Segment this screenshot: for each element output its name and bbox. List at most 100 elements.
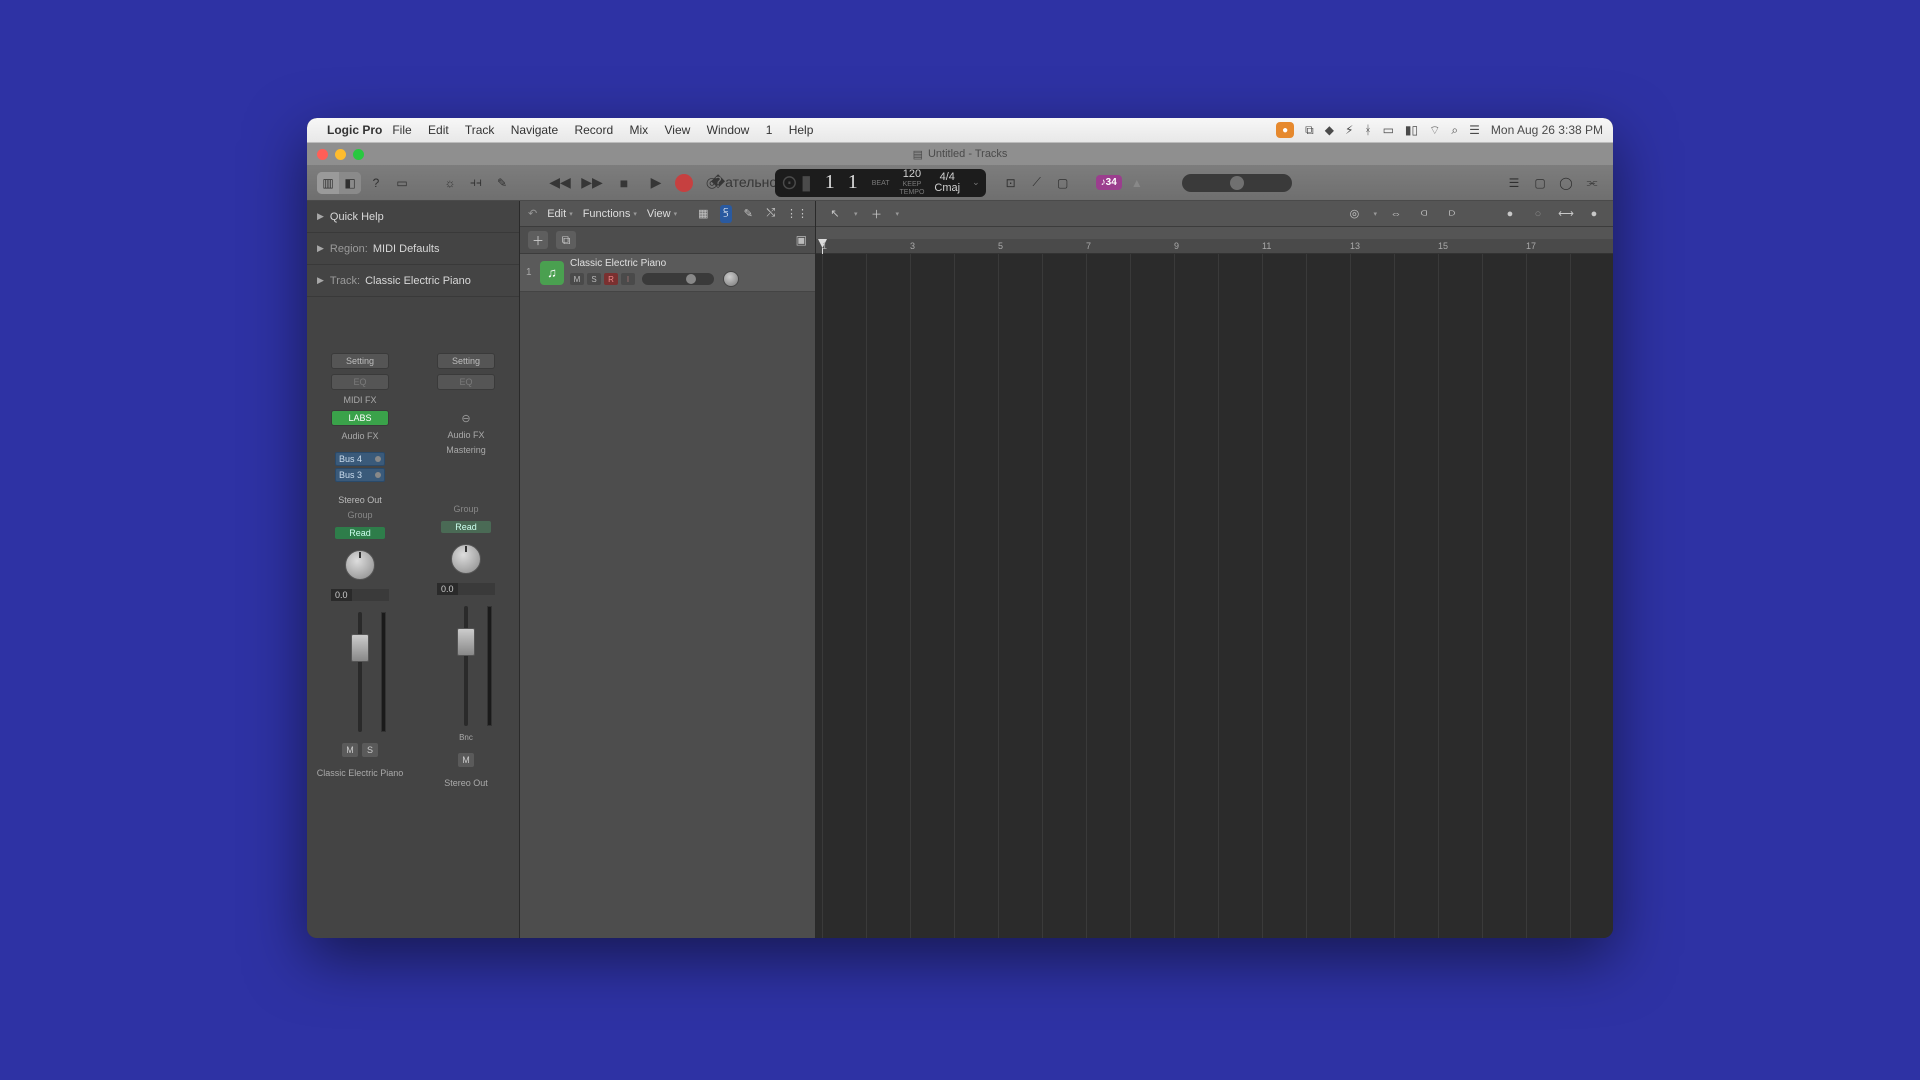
track-volume-slider[interactable]	[642, 273, 714, 285]
track-row[interactable]: 1 ♫ Classic Electric Piano M S R I	[520, 254, 815, 292]
automation-read-button[interactable]: Read	[335, 527, 385, 539]
mic-status-icon[interactable]: ●	[1276, 122, 1294, 138]
volume-db[interactable]: 0.0	[331, 589, 352, 601]
spotlight-icon[interactable]: ⌕	[1451, 123, 1458, 138]
wifi-icon[interactable]: ⌔	[1429, 123, 1440, 138]
tracks-view-menu[interactable]: View▾	[647, 208, 677, 220]
send-bus-3[interactable]: Bus 3	[335, 468, 385, 482]
menu-track[interactable]: Track	[465, 123, 495, 137]
battery-icon[interactable]: ▮▯	[1405, 123, 1418, 137]
add-track-button[interactable]: ＋	[528, 231, 548, 249]
snap-menu-icon[interactable]: ◎	[1345, 206, 1363, 222]
instrument-slot[interactable]: LABS	[331, 410, 389, 426]
menu-edit[interactable]: Edit	[428, 123, 449, 137]
track-solo-button[interactable]: S	[587, 273, 601, 285]
status-icon[interactable]: ▭	[1383, 123, 1394, 137]
zoom-h-out-icon[interactable]: ●	[1585, 206, 1603, 222]
quick-help-header[interactable]: ▶ Quick Help	[307, 201, 519, 233]
track-inspector-header[interactable]: ▶ Track: Classic Electric Piano	[307, 265, 519, 297]
play-button[interactable]: ▶	[643, 172, 669, 194]
lcd-tempo[interactable]: 120	[903, 169, 921, 180]
record-button[interactable]	[675, 174, 693, 192]
minimize-window-button[interactable]	[335, 149, 346, 160]
bluetooth-icon[interactable]: ᚼ	[1364, 123, 1371, 137]
volume-db[interactable]: 0.0	[437, 583, 458, 595]
count-in-badge[interactable]: ♪34	[1096, 175, 1122, 190]
replace-button[interactable]: ⊡	[1000, 172, 1022, 194]
autopunch-button[interactable]: ⟋	[1026, 172, 1048, 194]
menu-1[interactable]: 1	[766, 123, 773, 137]
menu-view[interactable]: View	[665, 123, 691, 137]
setting-slot[interactable]: Setting	[437, 353, 495, 369]
grid-view-icon[interactable]: ▦	[697, 205, 709, 223]
tracks-functions-menu[interactable]: Functions▾	[583, 208, 637, 220]
solo-button[interactable]: ▢	[1052, 172, 1074, 194]
mute-button[interactable]: M	[342, 743, 358, 757]
timeline-ruler[interactable]: 1357911131517	[816, 227, 1613, 254]
control-center-icon[interactable]: ☰	[1469, 123, 1480, 137]
drag-mode-icon[interactable]: ⇔	[1387, 206, 1405, 222]
volume-fader[interactable]	[342, 612, 378, 732]
zoom-v-out-icon[interactable]: ●	[1501, 206, 1519, 222]
notepad-button[interactable]: ▢	[1529, 172, 1551, 194]
send-bus-4[interactable]: Bus 4	[335, 452, 385, 466]
pointer-tool-icon[interactable]: ↖	[826, 206, 844, 222]
status-icon[interactable]: ⧉	[1305, 123, 1314, 138]
zoom-v-in-icon[interactable]: ○	[1529, 206, 1547, 222]
pan-knob[interactable]	[451, 544, 481, 574]
lcd-position[interactable]: 1 1	[825, 171, 862, 194]
track-record-button[interactable]: R	[604, 273, 618, 285]
menu-help[interactable]: Help	[789, 123, 814, 137]
eq-slot[interactable]: EQ	[437, 374, 495, 390]
global-tracks-button[interactable]: ▣	[796, 233, 807, 247]
automation-read-button[interactable]: Read	[441, 521, 491, 533]
menu-window[interactable]: Window	[707, 123, 750, 137]
smart-controls-button[interactable]: ☼	[439, 172, 461, 194]
arrange-grid[interactable]	[816, 254, 1613, 938]
solo-button[interactable]: S	[362, 743, 378, 757]
app-menu[interactable]: Logic Pro	[327, 123, 382, 137]
catch-icon[interactable]: ⋮⋮	[787, 205, 807, 223]
track-name[interactable]: Classic Electric Piano	[570, 258, 809, 269]
inspector-button[interactable]: ◧	[339, 172, 361, 194]
bounce-label[interactable]: Bnc	[459, 733, 473, 742]
lcd-timesig[interactable]: 4/4	[940, 172, 955, 183]
forward-button[interactable]: ▶▶	[579, 172, 605, 194]
cycle-button[interactable]: �ательно	[731, 172, 757, 194]
track-pan-knob[interactable]	[723, 271, 739, 287]
mute-button[interactable]: M	[458, 753, 474, 767]
menu-record[interactable]: Record	[574, 123, 613, 137]
menu-mix[interactable]: Mix	[630, 123, 649, 137]
eq-slot[interactable]: EQ	[331, 374, 389, 390]
clock[interactable]: Mon Aug 26 3:38 PM	[1491, 123, 1603, 137]
lcd-menu-icon[interactable]: ⌄	[972, 177, 980, 188]
mixer-button[interactable]: ⫞⫞	[465, 172, 487, 194]
browser-button[interactable]: ⫘	[1581, 172, 1603, 194]
back-icon[interactable]: ↶	[528, 207, 537, 220]
stop-button[interactable]: ■	[611, 172, 637, 194]
library-button[interactable]: ▥	[317, 172, 339, 194]
quick-help-button[interactable]: ?	[365, 172, 387, 194]
lcd-key[interactable]: Cmaj	[934, 183, 960, 194]
list-editors-button[interactable]: ☰	[1503, 172, 1525, 194]
master-volume-slider[interactable]	[1182, 174, 1292, 192]
tracks-edit-menu[interactable]: Edit▾	[547, 208, 572, 220]
track-instrument-icon[interactable]: ♫	[540, 261, 564, 285]
instrument-slot[interactable]: ⊖	[461, 412, 470, 425]
metronome-button[interactable]: ▲	[1126, 172, 1148, 194]
close-window-button[interactable]	[317, 149, 328, 160]
track-input-button[interactable]: I	[621, 273, 635, 285]
link-icon[interactable]: ⫏	[1415, 206, 1433, 222]
group-label[interactable]: Group	[453, 504, 478, 514]
status-icon[interactable]: ◆	[1325, 123, 1334, 137]
lcd-display[interactable]: ⊙▮ 1 1 BEAT 120 KEEP TEMPO 4/4 Cmaj ⌄	[775, 169, 986, 197]
track-mute-button[interactable]: M	[570, 273, 584, 285]
loops-button[interactable]: ◯	[1555, 172, 1577, 194]
duplicate-track-button[interactable]: ⧉	[556, 231, 576, 249]
region-inspector-header[interactable]: ▶ Region: MIDI Defaults	[307, 233, 519, 265]
toolbar-button[interactable]: ▭	[391, 172, 413, 194]
status-icon[interactable]: ⚡︎	[1345, 123, 1353, 137]
menu-file[interactable]: File	[392, 123, 411, 137]
output-label[interactable]: Stereo Out	[338, 495, 382, 505]
menu-navigate[interactable]: Navigate	[511, 123, 558, 137]
